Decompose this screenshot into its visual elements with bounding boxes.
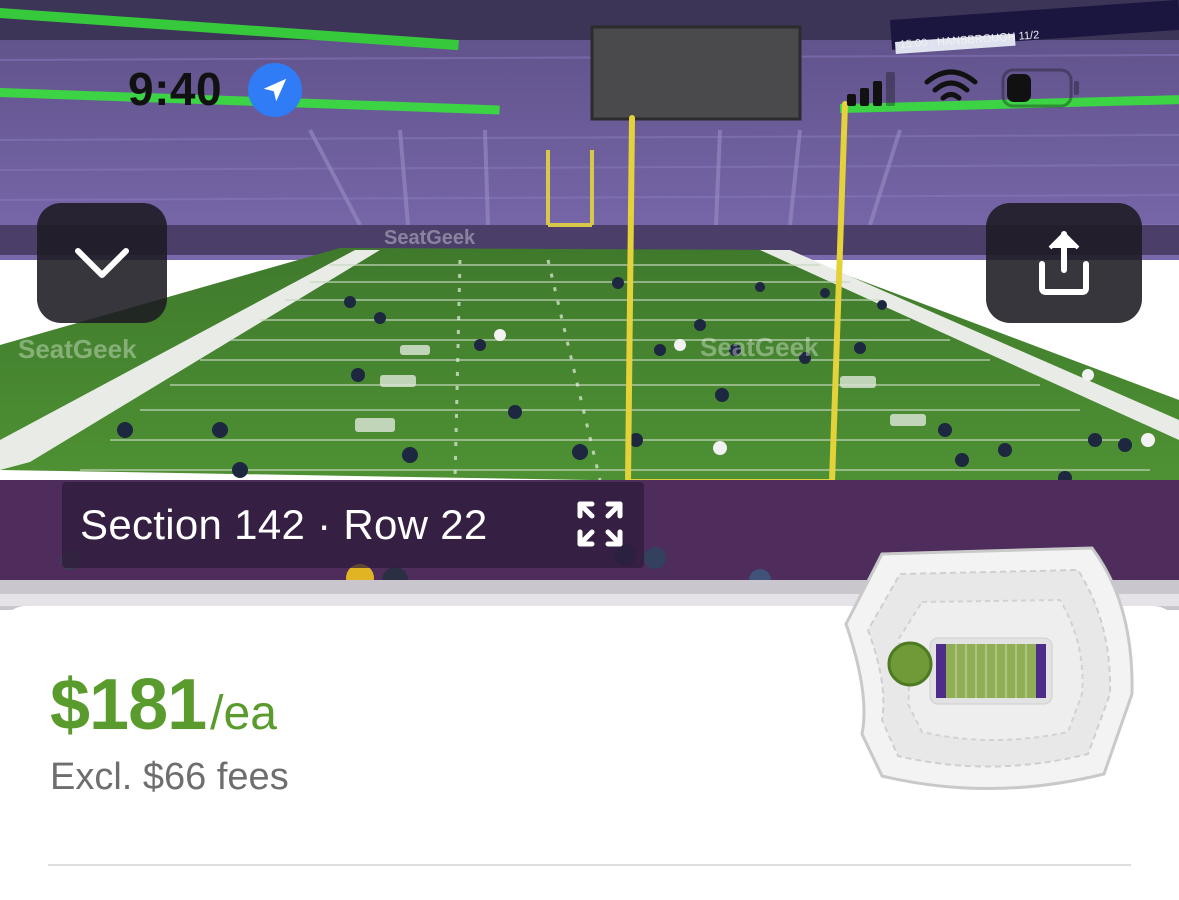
location-arrow-icon — [248, 63, 302, 117]
divider — [48, 864, 1131, 866]
status-indicators — [843, 66, 1083, 110]
seat-location-label: Section 142 · Row 22 — [62, 482, 644, 568]
seat-location-marker — [887, 641, 933, 687]
section-row-text: Section 142 · Row 22 — [80, 501, 488, 548]
status-time: 9:40 — [128, 63, 223, 115]
watermark-text: SeatGeek — [18, 334, 137, 364]
expand-icon[interactable] — [576, 500, 624, 548]
share-button[interactable] — [986, 203, 1142, 323]
listing-price: $181 /ea — [50, 664, 277, 746]
watermark-text: SeatGeek — [700, 332, 819, 362]
battery-icon — [1001, 68, 1079, 108]
share-icon — [1039, 231, 1089, 295]
price-amount: $181 — [50, 665, 207, 745]
stadium-map[interactable] — [842, 544, 1138, 798]
chevron-down-icon — [75, 248, 129, 278]
collapse-button[interactable] — [37, 203, 167, 323]
fees-text: Excl. $66 fees — [50, 756, 289, 798]
watermark-text: SeatGeek — [384, 227, 476, 249]
price-unit: /ea — [210, 687, 277, 740]
cellular-signal-icon — [847, 72, 895, 106]
wifi-icon — [924, 69, 978, 101]
